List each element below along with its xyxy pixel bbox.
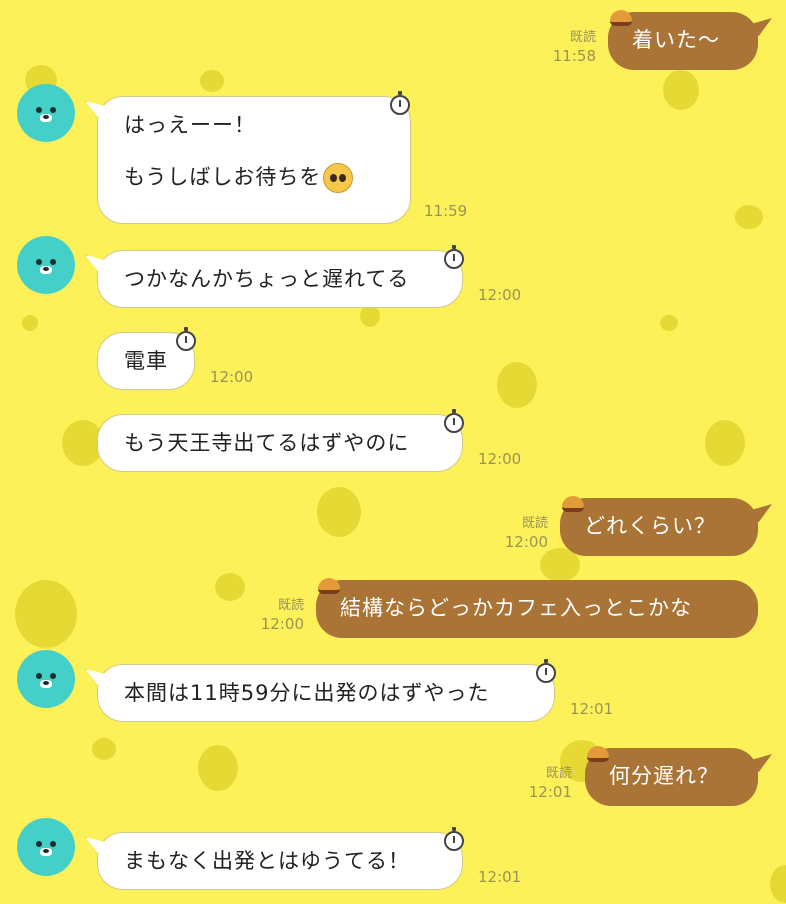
burger-icon (318, 578, 340, 594)
incoming-message-bubble[interactable]: まもなく出発とはゆうてる！ (97, 832, 463, 890)
incoming-message-bubble[interactable]: 本間は11時59分に出発のはずやった (97, 664, 555, 722)
message-meta: 既読 12:00 (261, 596, 304, 634)
message-time: 12:01 (478, 868, 522, 886)
bg-spot (317, 487, 361, 537)
bg-spot (663, 70, 699, 110)
bear-avatar-icon[interactable] (17, 84, 75, 142)
message-time: 12:00 (478, 286, 522, 304)
outgoing-message-bubble[interactable]: 結構ならどっかカフェ入っとこかな (316, 580, 758, 638)
message-text-line: もうしばしお待ちを (124, 163, 384, 193)
stopwatch-icon (444, 245, 464, 269)
message-meta: 既読 12:00 (505, 514, 548, 552)
read-receipt: 既読 (545, 766, 572, 781)
bg-spot (22, 315, 38, 331)
bg-spot (215, 573, 245, 601)
incoming-message-bubble[interactable]: はっえーー！ もうしばしお待ちを (97, 96, 411, 224)
bg-spot (735, 205, 763, 229)
bg-spot (200, 70, 224, 92)
message-time: 11:59 (424, 202, 468, 220)
stopwatch-icon (444, 409, 464, 433)
burger-icon (562, 496, 584, 512)
stopwatch-icon (390, 91, 410, 115)
bear-avatar-icon[interactable] (17, 650, 75, 708)
message-text: 何分遅れ？ (609, 764, 719, 788)
outgoing-message-bubble[interactable]: 何分遅れ？ (585, 748, 758, 806)
bear-avatar-icon[interactable] (17, 236, 75, 294)
stopwatch-icon (176, 327, 196, 351)
burger-icon (587, 746, 609, 762)
incoming-message-bubble[interactable]: もう天王寺出てるはずやのに (97, 414, 463, 472)
message-time: 12:00 (478, 450, 522, 468)
message-text: はっえーー！ (124, 113, 256, 137)
outgoing-message-bubble[interactable]: どれくらい？ (560, 498, 758, 556)
pleading-face-emoji (323, 163, 354, 193)
message-time: 12:01 (528, 783, 572, 801)
bear-avatar-icon[interactable] (17, 818, 75, 876)
message-time: 12:01 (570, 700, 614, 718)
bg-spot (705, 420, 745, 466)
bg-spot (360, 305, 380, 327)
message-time: 12:00 (504, 533, 548, 551)
burger-icon (610, 10, 632, 26)
message-text: 結構ならどっかカフェ入っとこかな (340, 596, 692, 620)
bg-spot (770, 865, 786, 903)
bg-spot (15, 580, 77, 648)
message-meta: 既読 11:58 (553, 28, 596, 66)
incoming-message-bubble[interactable]: つかなんかちょっと遅れてる (97, 250, 463, 308)
bg-spot (660, 315, 678, 331)
message-time: 12:00 (260, 615, 304, 633)
read-receipt: 既読 (569, 30, 596, 45)
bg-spot (92, 738, 116, 760)
message-text: 着いた〜 (632, 28, 720, 52)
message-text: つかなんかちょっと遅れてる (124, 267, 410, 291)
message-text: もう天王寺出てるはずやのに (124, 431, 410, 455)
message-text: どれくらい？ (584, 514, 716, 538)
message-time: 11:58 (552, 47, 596, 65)
read-receipt: 既読 (277, 598, 304, 613)
message-text: まもなく出発とはゆうてる！ (124, 849, 410, 873)
message-text: 本間は11時59分に出発のはずやった (124, 681, 490, 705)
message-meta: 既読 12:01 (529, 764, 572, 802)
bg-spot (497, 362, 537, 408)
stopwatch-icon (536, 659, 556, 683)
message-text: 電車 (124, 349, 168, 373)
bg-spot (198, 745, 238, 791)
message-text: もうしばしお待ちを (124, 165, 322, 189)
stopwatch-icon (444, 827, 464, 851)
read-receipt: 既読 (521, 516, 548, 531)
message-time: 12:00 (210, 368, 254, 386)
